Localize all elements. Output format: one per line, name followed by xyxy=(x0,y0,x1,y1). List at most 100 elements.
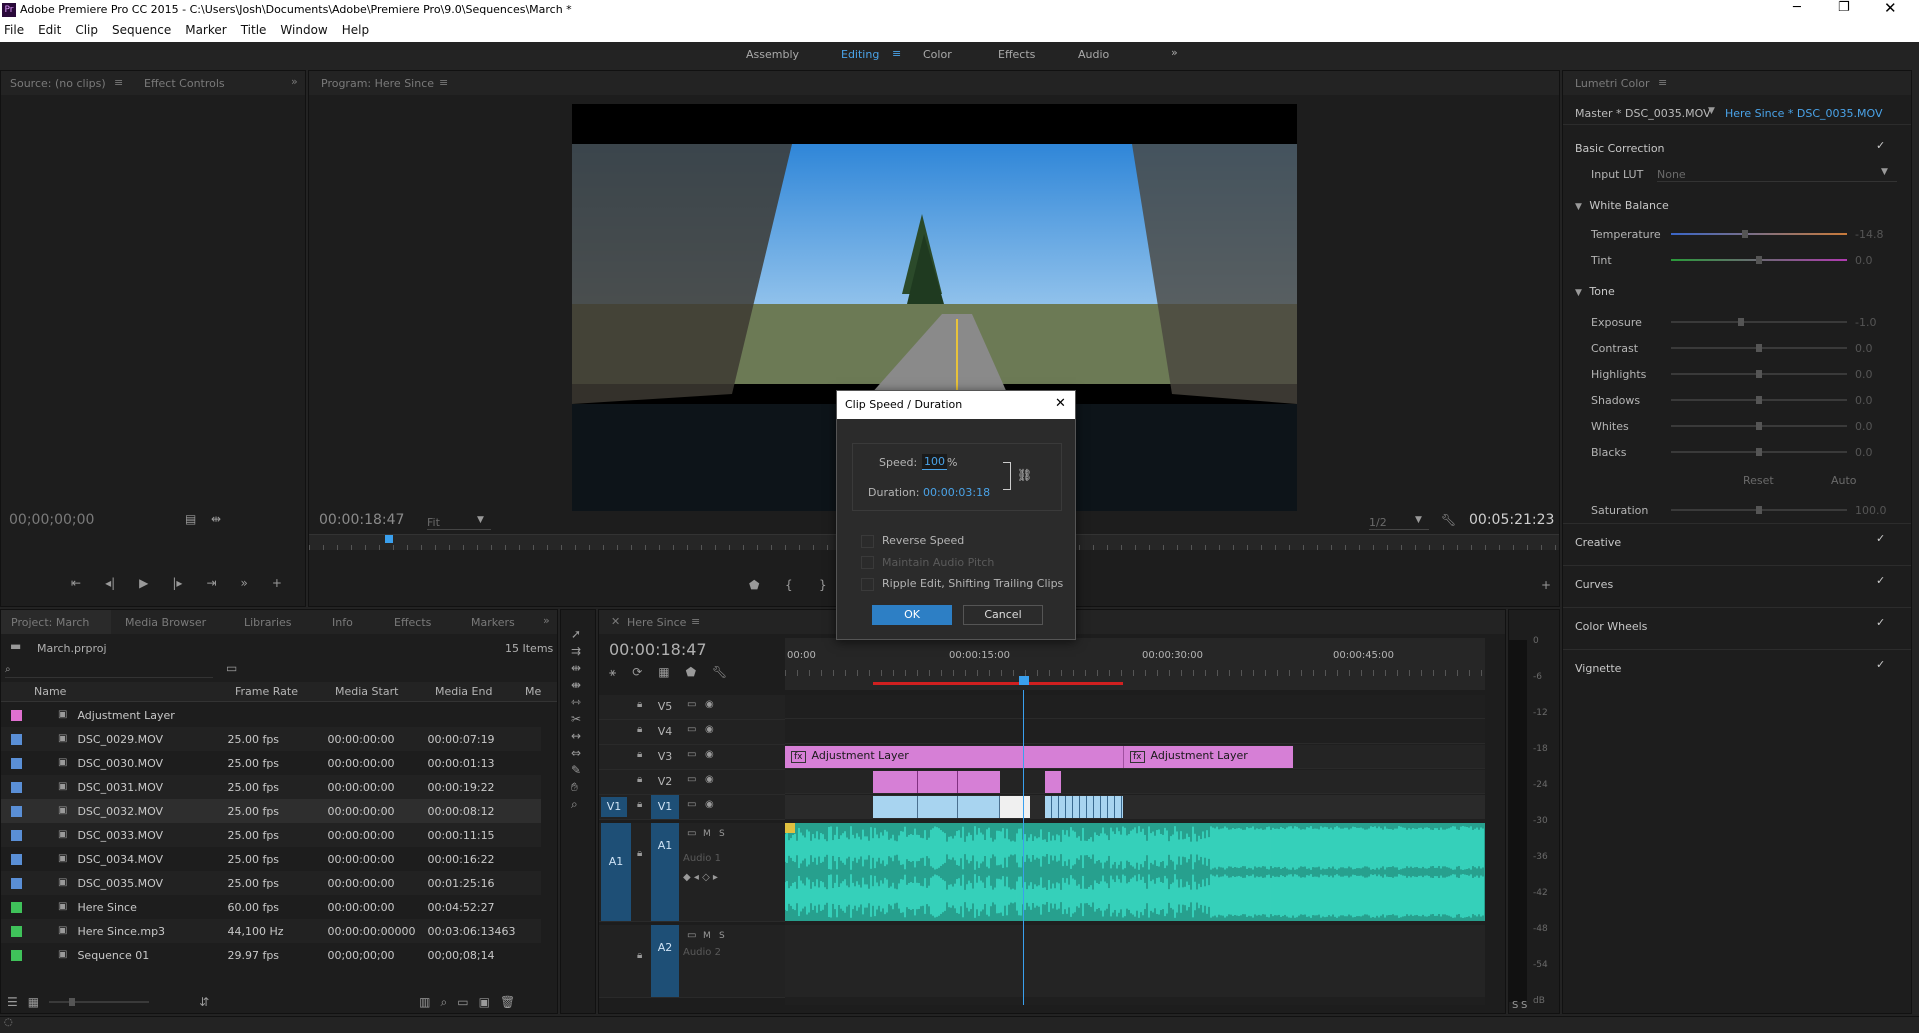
checkmark-icon[interactable]: ✓ xyxy=(1876,616,1885,629)
slider-value[interactable]: -1.0 xyxy=(1855,316,1876,329)
tab-lumetri[interactable]: Lumetri Color xyxy=(1575,77,1650,90)
list-item[interactable]: ▣ DSC_0033.MOV 25.00 fps 00:00:00:00 00:00:1… xyxy=(1,823,541,847)
chevron-down-icon[interactable]: ▼ xyxy=(1881,168,1888,177)
tab-effects[interactable]: Effects xyxy=(394,616,431,629)
eye-icon[interactable]: ◉ xyxy=(705,725,714,735)
lock-icon[interactable]: 🔒︎ xyxy=(637,725,642,735)
saturation-value[interactable]: 100.0 xyxy=(1855,504,1887,517)
slider-track[interactable] xyxy=(1671,256,1847,264)
panel-menu-icon[interactable]: ≡ xyxy=(691,615,700,628)
ripple-edit-checkbox[interactable] xyxy=(861,577,874,591)
track-target[interactable]: A1 xyxy=(651,823,679,921)
close-icon[interactable]: ✕ xyxy=(1055,396,1066,411)
speed-input[interactable]: 100 xyxy=(922,454,947,470)
eye-icon[interactable]: ◉ xyxy=(705,775,714,785)
workspace-audio[interactable]: Audio xyxy=(1078,48,1109,61)
sync-lock-icon[interactable]: ▭ xyxy=(687,750,696,760)
menu-title[interactable]: Title xyxy=(241,23,267,39)
slider-track[interactable] xyxy=(1671,318,1847,326)
menu-help[interactable]: Help xyxy=(342,23,369,39)
v1-clip[interactable] xyxy=(1045,796,1123,818)
list-item[interactable]: ▣ Here Since 60.00 fps 00:00:00:00 00:04:52:… xyxy=(1,895,541,919)
auto-button[interactable]: Auto xyxy=(1831,474,1857,487)
mark-in-icon[interactable]: { xyxy=(785,579,793,591)
cancel-button[interactable]: Cancel xyxy=(963,605,1043,625)
column-media-end[interactable]: Media End xyxy=(421,685,521,698)
column-name[interactable]: Name xyxy=(1,685,221,698)
checkmark-icon[interactable]: ✓ xyxy=(1876,532,1885,545)
v1-clip[interactable] xyxy=(918,796,958,818)
track-target[interactable]: A2 xyxy=(651,925,679,997)
find-icon[interactable]: ⌕ xyxy=(441,996,448,1008)
lock-icon[interactable]: 🔒︎ xyxy=(637,775,642,785)
column-frame-rate[interactable]: Frame Rate xyxy=(221,685,321,698)
workspace-effects[interactable]: Effects xyxy=(998,48,1035,61)
panel-menu-icon[interactable]: ≡ xyxy=(1658,76,1667,89)
step-back-icon[interactable]: ◂| xyxy=(105,577,115,589)
ripple-edit-icon[interactable]: ⇹ xyxy=(571,662,581,674)
snap-icon[interactable]: ⚹ xyxy=(609,666,616,678)
play-icon[interactable]: ▶ xyxy=(139,577,148,589)
v2-clip[interactable] xyxy=(958,771,1000,793)
mute-button[interactable]: M xyxy=(703,931,711,941)
slip-icon[interactable]: ↔ xyxy=(571,730,581,742)
label-color-swatch[interactable] xyxy=(11,949,22,961)
menu-clip[interactable]: Clip xyxy=(75,23,98,39)
label-color-swatch[interactable] xyxy=(11,877,22,889)
list-item[interactable]: ▣ Here Since.mp3 44,100 Hz 00:00:00:00000 00… xyxy=(1,919,541,943)
timeline-timecode[interactable]: 00:00:18:47 xyxy=(609,640,707,659)
trash-icon[interactable]: 🗑︎ xyxy=(500,996,515,1008)
slider-value[interactable]: 0.0 xyxy=(1855,446,1873,459)
zoom-icon[interactable]: ⌕ xyxy=(571,798,581,810)
slider-value[interactable]: 0.0 xyxy=(1855,420,1873,433)
column-media-start[interactable]: Media Start xyxy=(321,685,421,698)
step-forward-icon[interactable]: |▸ xyxy=(172,577,182,589)
track-target[interactable]: V1 xyxy=(651,795,679,819)
mark-out-icon[interactable]: } xyxy=(819,579,827,591)
workspace-assembly[interactable]: Assembly xyxy=(746,48,799,61)
audio-track-name[interactable]: Audio 2 xyxy=(683,947,721,958)
v1-clip-selected[interactable] xyxy=(1000,796,1030,818)
chevron-down-icon[interactable]: ▼ xyxy=(1708,107,1715,116)
chain-link-icon[interactable]: ⛓︎ xyxy=(1017,469,1032,481)
lumetri-section-header[interactable]: Color Wheels ✓ xyxy=(1563,607,1911,649)
audio-track-name[interactable]: Audio 1 xyxy=(683,853,721,864)
slider-track[interactable] xyxy=(1671,344,1847,352)
tab-markers[interactable]: Markers xyxy=(471,616,515,629)
close-window-icon[interactable]: ✕ xyxy=(1884,0,1897,17)
add-button-icon[interactable]: + xyxy=(1541,579,1551,591)
master-clip-label[interactable]: Master * DSC_0035.MOV xyxy=(1575,107,1711,120)
white-balance-header[interactable]: ▼ White Balance xyxy=(1575,199,1669,212)
overflow-icon[interactable]: » xyxy=(543,614,550,627)
v1-clip[interactable] xyxy=(873,796,918,818)
audio-clip[interactable] xyxy=(785,823,1485,921)
source-patch-v1[interactable]: V1 xyxy=(601,797,627,817)
label-color-swatch[interactable] xyxy=(11,733,22,745)
restore-icon[interactable]: ❐ xyxy=(1838,0,1850,15)
reset-button[interactable]: Reset xyxy=(1743,474,1774,487)
tab-libraries[interactable]: Libraries xyxy=(244,616,292,629)
panel-menu-icon[interactable]: ≡ xyxy=(439,76,448,89)
go-to-in-icon[interactable]: ⇤ xyxy=(71,577,81,589)
menu-marker[interactable]: Marker xyxy=(185,23,226,39)
pen-icon[interactable]: ✎ xyxy=(571,764,581,776)
menu-window[interactable]: Window xyxy=(280,23,327,39)
lumetri-section-header[interactable]: Curves ✓ xyxy=(1563,565,1911,607)
tab-project[interactable]: Project: March xyxy=(11,616,89,629)
lumetri-section-header[interactable]: Vignette ✓ xyxy=(1563,649,1911,691)
minimize-icon[interactable]: ─ xyxy=(1793,0,1801,15)
track-target[interactable]: V5 xyxy=(651,695,679,719)
duration-input[interactable]: 00:00:03:18 xyxy=(923,486,990,499)
slider-value[interactable]: -14.8 xyxy=(1855,228,1883,241)
v2-clip[interactable] xyxy=(873,771,918,793)
sync-lock-icon[interactable]: ▭ xyxy=(687,700,696,710)
sync-lock-icon[interactable]: ▭ xyxy=(687,725,696,735)
overflow-icon[interactable]: » xyxy=(291,75,298,88)
checkmark-icon[interactable]: ✓ xyxy=(1876,658,1885,671)
rate-stretch-icon[interactable]: ⇿ xyxy=(571,696,581,708)
sort-icon[interactable]: ⇵ xyxy=(199,996,209,1008)
maintain-pitch-checkbox[interactable] xyxy=(861,556,874,569)
selection-tool-icon[interactable]: ➚ xyxy=(571,628,581,640)
track-target[interactable]: V2 xyxy=(651,770,679,794)
lock-icon[interactable]: 🔒︎ xyxy=(637,849,642,859)
